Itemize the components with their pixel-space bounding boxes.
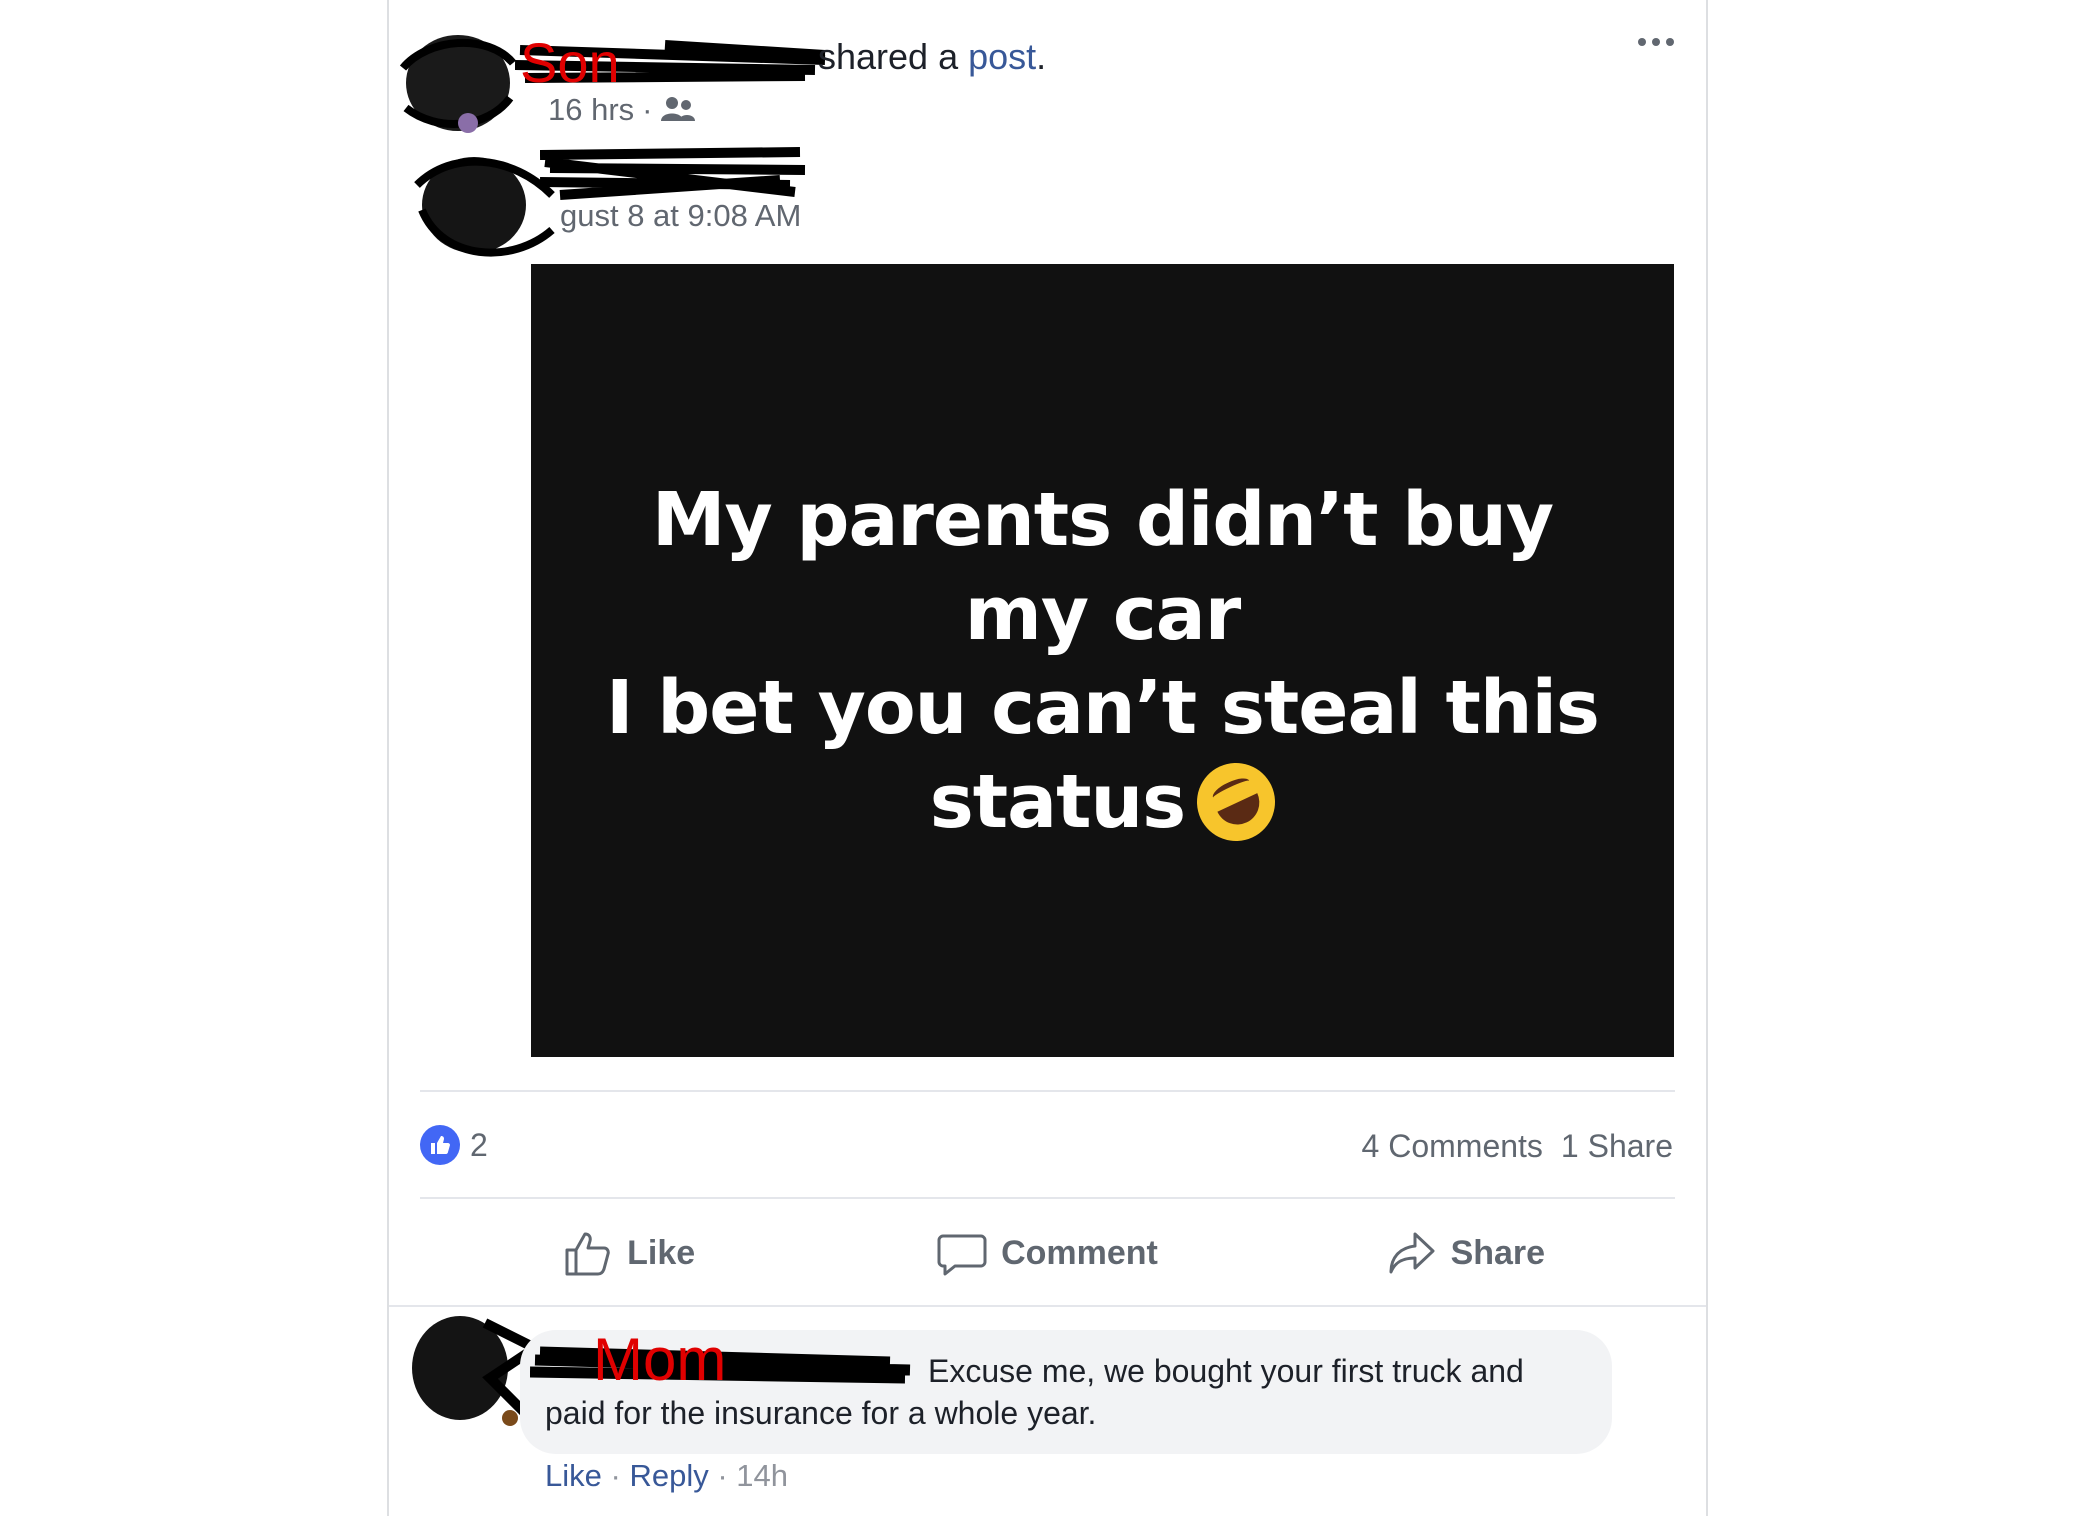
scribble-graphic: [399, 35, 517, 133]
annotation-son: Son: [520, 31, 620, 94]
comment-meta: Like · Reply · 14h: [545, 1458, 788, 1494]
like-label: Like: [627, 1233, 696, 1272]
comment-like-link[interactable]: Like: [545, 1458, 602, 1493]
status-line-1: My parents didn’t buy my car: [651, 476, 1554, 657]
status-text: My parents didn’t buy my car I bet you c…: [603, 473, 1603, 854]
status-line-2: I bet you can’t steal this: [606, 664, 1600, 751]
share-button[interactable]: Share: [1257, 1200, 1675, 1306]
post-time[interactable]: 16 hrs: [548, 92, 634, 128]
more-options-icon[interactable]: [1638, 38, 1674, 46]
share-icon: [1389, 1232, 1435, 1274]
avatar-scribbled[interactable]: [398, 28, 518, 138]
status-line-3-text: status: [929, 758, 1186, 845]
share-label: Share: [1450, 1233, 1546, 1272]
shared-post-line: shared a post.: [818, 36, 1046, 78]
divider-mid: [420, 1197, 1675, 1199]
rolling-laughing-icon: [1184, 750, 1289, 854]
like-badge-icon: [420, 1125, 460, 1165]
like-button[interactable]: Like: [420, 1200, 838, 1306]
action-bar: Like Comment Share: [420, 1200, 1675, 1306]
like-outline-icon: [565, 1232, 610, 1276]
comment-dot-2: ·: [717, 1458, 728, 1493]
comments-count[interactable]: 4 Comments: [1362, 1128, 1543, 1165]
comment-label: Comment: [1001, 1233, 1158, 1272]
shares-count[interactable]: 1 Share: [1561, 1128, 1673, 1165]
comment-dot-1: ·: [610, 1458, 621, 1493]
comment-text: Excuse me, we bought your first truck an…: [545, 1350, 1585, 1434]
like-count: 2: [470, 1126, 488, 1163]
status-line-3: status: [603, 750, 1603, 854]
comment-icon: [937, 1234, 987, 1276]
comment-reply-link[interactable]: Reply: [629, 1458, 708, 1493]
status-image[interactable]: My parents didn’t buy my car I bet you c…: [531, 264, 1674, 1057]
post-link[interactable]: post: [968, 36, 1036, 77]
comment-body: Excuse me, we bought your first truck an…: [545, 1353, 1524, 1431]
divider-top: [420, 1090, 1675, 1092]
shared-end: .: [1036, 36, 1047, 77]
engagement-counts: 4 Comments 1 Share: [1362, 1128, 1673, 1165]
comment-time[interactable]: 14h: [736, 1458, 788, 1493]
post-meta: 16 hrs ·: [548, 92, 695, 128]
shared-text: shared a: [818, 36, 959, 77]
comment-button[interactable]: Comment: [838, 1200, 1256, 1306]
thumbs-up-icon: [431, 1136, 450, 1154]
divider-bottom: [389, 1305, 1706, 1307]
reactions-summary[interactable]: 2: [420, 1125, 488, 1165]
friends-icon[interactable]: [660, 95, 695, 125]
original-post-date[interactable]: gust 8 at 9:08 AM: [560, 198, 801, 234]
meta-separator: ·: [642, 92, 653, 127]
